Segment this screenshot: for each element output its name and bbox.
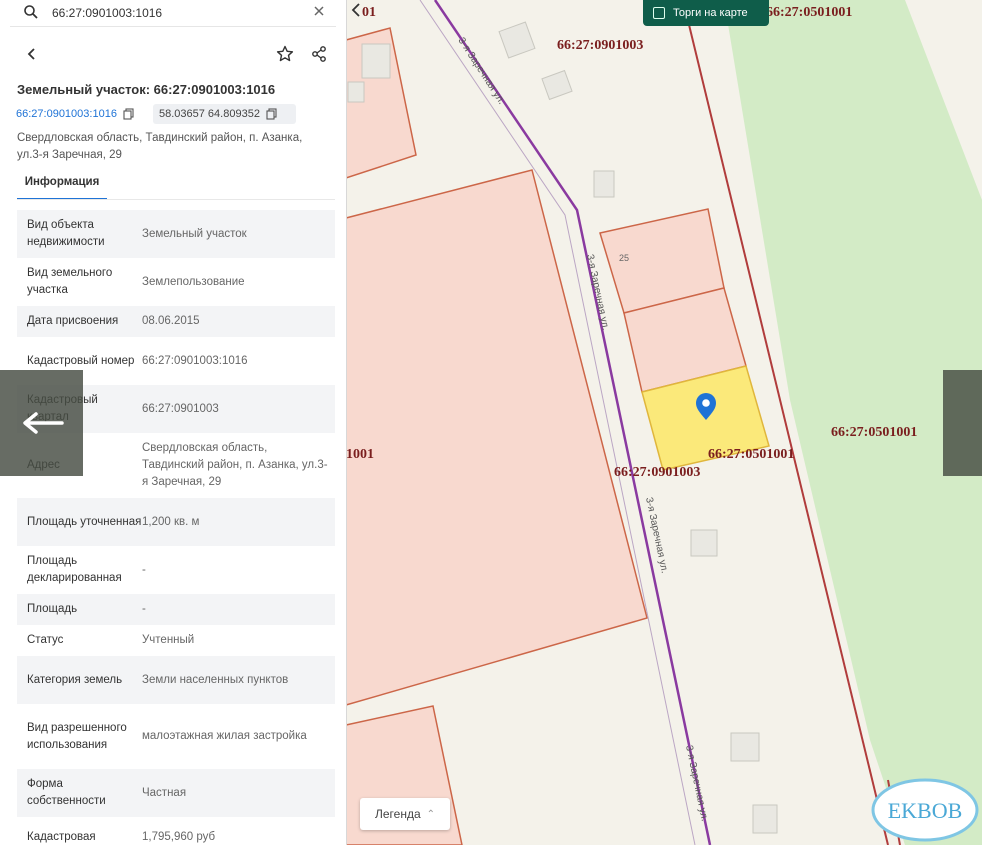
quarter-label: 66:27:0501001	[708, 447, 794, 462]
row-label: Статус	[27, 634, 64, 646]
watermark-logo: EKBOB	[871, 778, 979, 842]
table-row: Категория земель Земли населенных пунктов	[17, 656, 335, 704]
building	[690, 529, 718, 557]
row-value: Частная	[142, 786, 187, 799]
table-row: Вид земельного участка Землепользование	[17, 258, 335, 306]
tab-divider	[17, 199, 335, 200]
cadastral-number-link[interactable]: 66:27:0901003:1016	[16, 108, 117, 120]
copy-icon[interactable]	[266, 108, 277, 120]
tab-information[interactable]: Информация	[17, 174, 107, 200]
table-row: Вид разрешенного использования малоэтажна…	[17, 704, 335, 769]
legend-button[interactable]: Легенда ⌃	[360, 798, 450, 830]
chevron-left-icon	[27, 48, 35, 60]
row-value: 66:27:0901003	[142, 402, 219, 415]
row-value: Учтенный	[142, 634, 195, 646]
table-row: Дата присвоения 08.06.2015	[17, 306, 335, 337]
close-icon[interactable]	[312, 4, 326, 18]
chevron-up-icon: ⌃	[426, 808, 436, 820]
row-label: Площадь	[27, 603, 78, 615]
quarter-label: 01	[362, 5, 376, 20]
share-button[interactable]	[306, 41, 332, 67]
star-icon	[276, 45, 294, 62]
row-value: Свердловская область, Тавдинский район, …	[142, 442, 328, 488]
legend-label: Легенда	[374, 807, 421, 821]
building	[752, 804, 778, 834]
quarter-label: 66:27:0501001	[831, 425, 917, 440]
row-label: Площадь уточненная	[27, 515, 142, 528]
row-label: Вид объекта недвижимости	[27, 219, 105, 248]
parcel-number-label: 25	[619, 253, 629, 263]
row-label: Вид разрешенного использования	[27, 721, 127, 751]
svg-text:EKBOB: EKBOB	[888, 798, 963, 823]
next-arrow-button[interactable]	[943, 370, 982, 476]
row-label: Дата присвоения	[27, 315, 119, 327]
row-value: -	[142, 563, 146, 576]
share-icon	[312, 46, 326, 62]
row-value: 1,795,960 руб	[142, 830, 216, 843]
auctions-toggle[interactable]: Торги на карте	[643, 0, 769, 26]
row-label: Форма собственности	[27, 778, 106, 807]
search-icon	[24, 5, 38, 19]
row-value: Землепользование	[142, 275, 245, 288]
info-table: Вид объекта недвижимости Земельный участо…	[17, 210, 335, 845]
copy-icon[interactable]	[123, 108, 134, 120]
cadastral-number-chip[interactable]: 66:27:0901003:1016	[10, 104, 146, 124]
auctions-checkbox[interactable]	[653, 7, 665, 19]
table-row: Площадь -	[17, 594, 335, 625]
page-title: Земельный участок: 66:27:0901003:1016	[17, 82, 276, 97]
building	[347, 81, 365, 103]
quarter-label: 1001	[346, 447, 374, 462]
row-label: Кадастровый номер	[27, 354, 135, 367]
table-row: Вид объекта недвижимости Земельный участо…	[17, 210, 335, 258]
row-value: Земельный участок	[142, 227, 247, 240]
row-value: 08.06.2015	[142, 315, 200, 327]
building	[361, 43, 391, 79]
row-value: -	[142, 603, 146, 615]
back-button[interactable]	[19, 41, 45, 67]
quarter-label: 66:27:0901003	[614, 465, 700, 480]
favorite-button[interactable]	[272, 41, 298, 67]
row-label: Категория земель	[27, 673, 123, 686]
row-value: 66:27:0901003:1016	[142, 354, 248, 367]
coordinates-value: 58.03657 64.809352	[159, 108, 260, 120]
row-value: 1,200 кв. м	[142, 515, 200, 528]
table-row: Площадь декларированная -	[17, 546, 335, 594]
auctions-toggle-label: Торги на карте	[673, 7, 748, 19]
table-row: Форма собственности Частная	[17, 769, 335, 817]
arrow-right-icon	[948, 411, 978, 435]
row-value: Земли населенных пунктов	[142, 673, 289, 686]
coordinates-chip[interactable]: 58.03657 64.809352	[153, 104, 296, 124]
search-input[interactable]	[50, 2, 304, 24]
building	[730, 732, 760, 762]
table-row: Площадь уточненная 1,200 кв. м	[17, 498, 335, 546]
search-bar	[10, 0, 336, 27]
building	[593, 170, 615, 198]
quarter-label: 66:27:0901003	[557, 38, 643, 53]
quarter-label: 66:27:0501001	[766, 5, 852, 20]
row-value: малоэтажная жилая застройка	[142, 730, 307, 742]
prev-arrow-button[interactable]	[0, 370, 83, 476]
table-row: Статус Учтенный	[17, 625, 335, 656]
row-label: Кадастровая	[27, 830, 96, 843]
row-label: Вид земельного участка	[27, 267, 113, 296]
arrow-left-icon	[22, 412, 64, 434]
parcel-address: Свердловская область, Тавдинский район, …	[17, 132, 303, 161]
row-label: Площадь декларированная	[27, 555, 122, 584]
table-row: Кадастровая 1,795,960 руб	[17, 817, 335, 845]
